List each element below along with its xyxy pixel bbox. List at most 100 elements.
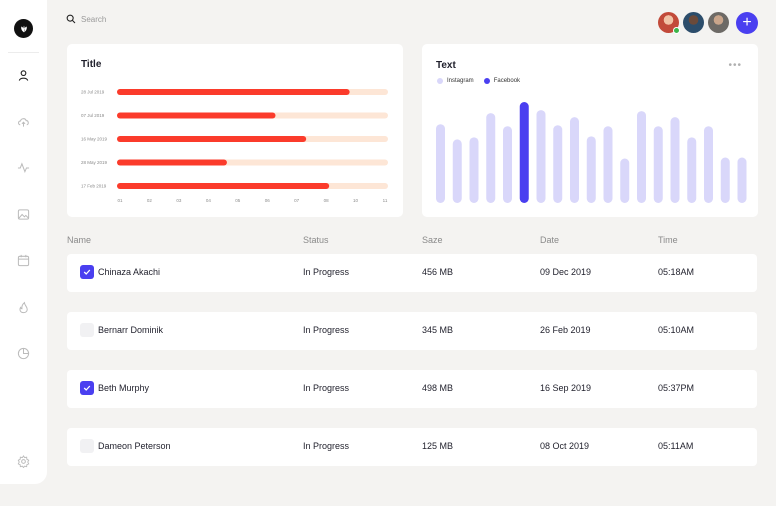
x-tick-label: 10 (353, 198, 359, 203)
bar (117, 89, 350, 95)
sidebar-item-settings[interactable] (15, 453, 32, 470)
bar-instagram (486, 113, 496, 203)
x-tick-label: 04 (206, 198, 212, 203)
leaf-logo-icon (20, 25, 27, 32)
fire-icon (19, 301, 28, 314)
sidebar-item-pie-chart[interactable] (15, 345, 32, 362)
activity-icon (17, 162, 30, 174)
sidebar-item-user[interactable] (15, 67, 32, 84)
x-tick-label: 11 (383, 198, 388, 203)
y-tick-label: 07 Jul 2019 (81, 113, 105, 118)
image-icon (17, 209, 30, 220)
bar (117, 159, 227, 166)
row-size: 498 MB (422, 383, 454, 393)
bar-instagram (503, 126, 512, 203)
search-input[interactable] (81, 14, 201, 24)
table-header: Name Status Saze Date Time (0, 235, 776, 247)
table-row[interactable]: Chinaza Akachi In Progress 456 MB 09 Dec… (67, 254, 757, 292)
pie-chart-icon (17, 347, 30, 360)
column-header-time[interactable]: Time (658, 235, 678, 245)
bar-facebook (519, 102, 529, 203)
column-header-status[interactable]: Status (303, 235, 329, 245)
row-date: 26 Feb 2019 (540, 325, 591, 335)
row-name: Dameon Peterson (98, 441, 171, 451)
chart-card-title: Title 28 Jul 2019 07 Jul 2019 16 May 2019 2… (67, 44, 403, 217)
sidebar-item-fire[interactable] (15, 299, 32, 316)
table-row[interactable]: Beth Murphy In Progress 498 MB 16 Sep 20… (67, 370, 757, 408)
sidebar-item-upload[interactable] (15, 113, 32, 130)
row-status: In Progress (303, 441, 350, 451)
bar-instagram (637, 111, 646, 203)
sidebar-item-calendar[interactable] (15, 252, 32, 269)
vertical-bar-chart (436, 102, 747, 203)
x-tick-label: 03 (176, 198, 182, 203)
row-checkbox[interactable] (80, 381, 94, 395)
row-size: 125 MB (422, 441, 454, 451)
bar (117, 136, 307, 142)
bar (117, 183, 330, 189)
row-time: 05:18AM (658, 267, 695, 277)
row-size: 345 MB (422, 325, 454, 335)
avatar-group (658, 12, 729, 34)
row-status: In Progress (303, 325, 350, 335)
column-header-date[interactable]: Date (540, 235, 559, 245)
cloud-upload-icon (18, 118, 29, 127)
row-checkbox[interactable] (80, 323, 94, 337)
row-status: In Progress (303, 383, 350, 393)
search-bar[interactable] (66, 11, 201, 27)
row-checkbox[interactable] (80, 265, 94, 279)
add-button[interactable]: + (736, 12, 758, 34)
column-header-name[interactable]: Name (67, 235, 91, 245)
y-tick-label: 28 Jul 2019 (81, 90, 105, 95)
row-name: Chinaza Akachi (98, 267, 161, 277)
row-date: 16 Sep 2019 (540, 383, 592, 393)
bar-instagram (436, 124, 445, 203)
table-row[interactable]: Bernarr Dominik In Progress 345 MB 26 Fe… (67, 312, 757, 350)
settings-icon (17, 455, 30, 468)
bar-instagram (553, 125, 563, 203)
avatar[interactable] (683, 12, 704, 33)
column-header-size[interactable]: Saze (422, 235, 443, 245)
x-tick-label: 08 (324, 198, 330, 203)
checkmark-icon (83, 385, 91, 391)
bar-instagram (452, 139, 462, 203)
calendar-icon (17, 254, 30, 267)
row-size: 456 MB (422, 267, 454, 277)
bar-instagram (670, 117, 680, 203)
search-icon (66, 14, 76, 24)
row-time: 05:10AM (658, 325, 695, 335)
bar-instagram (570, 117, 579, 203)
x-tick-label: 07 (294, 198, 300, 203)
bar-instagram (586, 136, 596, 203)
bar-instagram (737, 157, 747, 203)
sidebar-item-activity[interactable] (15, 159, 32, 176)
y-tick-label: 17 Feb 2019 (81, 184, 107, 189)
chart-card-text: Text ••• Instagram Facebook (422, 44, 758, 217)
bar-instagram (704, 126, 713, 203)
row-date: 09 Dec 2019 (540, 267, 592, 277)
avatar[interactable] (708, 12, 729, 33)
checkmark-icon (83, 269, 91, 275)
bar-instagram (603, 126, 613, 203)
x-tick-label: 01 (117, 198, 123, 203)
y-tick-label: 16 May 2019 (81, 137, 108, 142)
avatar[interactable] (658, 12, 680, 34)
sidebar-item-image[interactable] (15, 206, 32, 223)
row-name: Beth Murphy (98, 383, 150, 393)
row-time: 05:11AM (658, 441, 694, 451)
logo[interactable] (14, 19, 33, 38)
bar-instagram (720, 157, 730, 203)
bar-instagram (620, 158, 630, 203)
bar-instagram (653, 126, 663, 203)
bar-instagram (536, 110, 546, 203)
x-tick-label: 06 (265, 198, 271, 203)
table-row[interactable]: Dameon Peterson In Progress 125 MB 08 Oc… (67, 428, 757, 466)
bar-instagram (687, 137, 697, 203)
bar-instagram (469, 137, 479, 203)
row-checkbox[interactable] (80, 439, 94, 453)
y-tick-label: 28 May 2019 (81, 160, 108, 165)
sidebar-divider (8, 52, 39, 53)
x-tick-label: 05 (235, 198, 241, 203)
row-time: 05:37PM (658, 383, 695, 393)
online-status-dot (673, 27, 680, 34)
